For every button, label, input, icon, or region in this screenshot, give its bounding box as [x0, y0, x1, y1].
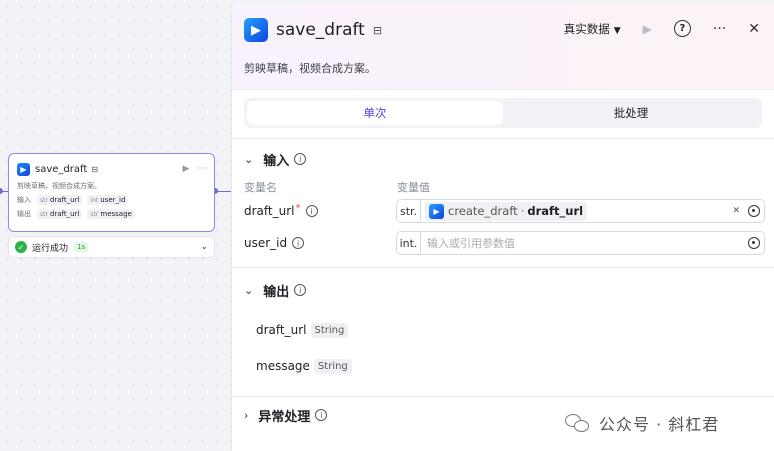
info-icon[interactable]: i: [315, 409, 328, 421]
plugin-icon: ▶: [17, 162, 30, 176]
success-check-icon: ✓: [15, 241, 27, 253]
close-icon[interactable]: ✕: [748, 21, 760, 37]
type-label: int.: [397, 232, 421, 254]
chevron-down-icon: ⌄: [244, 152, 254, 166]
node-output-tag: str draft_url: [37, 209, 83, 219]
node-input-tag: str draft_url: [37, 195, 83, 205]
info-icon[interactable]: i: [294, 153, 307, 165]
output-type-tag: String: [310, 322, 349, 338]
panel-title: save_draft: [276, 20, 365, 40]
watermark: 公众号 · 斜杠君: [565, 411, 719, 435]
user-id-value-field[interactable]: int. 输入或引用参数值: [396, 231, 765, 255]
chevron-down-icon: ⌄: [244, 283, 254, 297]
save-draft-node[interactable]: ▶ save_draft ⊟ ▶ ··· 剪映草稿，视频合成方案。 输入 str…: [8, 153, 215, 232]
mode-tabs: 单次 批处理: [244, 98, 762, 128]
duration-badge: 1s: [74, 242, 89, 252]
run-status-text: 运行成功: [32, 243, 69, 254]
param-row-draft-url: draft_url * i str. ▶ create_draft · draf…: [232, 195, 774, 227]
input-section-header[interactable]: ⌄ 输入 i: [232, 139, 774, 179]
save-icon: ⊟: [91, 164, 98, 174]
node-output-label: 输出: [17, 210, 31, 218]
chevron-down-icon[interactable]: ⌄: [200, 242, 208, 252]
node-output-tag: str message: [87, 209, 135, 219]
output-section-header[interactable]: ⌄ 输出 i: [232, 268, 774, 312]
node-detail-panel: ▶ save_draft ⊟ 真实数据 ▼ ▶ ? ··· ✕ 剪映草稿，视频合成…: [231, 4, 774, 451]
node-title: save_draft: [35, 163, 88, 175]
more-icon[interactable]: ···: [713, 21, 726, 37]
type-label: str.: [397, 200, 421, 222]
output-type-tag: String: [313, 358, 352, 374]
param-name: user_id: [244, 236, 288, 250]
output-name: message: [256, 359, 310, 373]
output-item: draft_url String: [232, 312, 774, 348]
tab-single[interactable]: 单次: [247, 101, 503, 125]
col-var-name: 变量名: [244, 181, 277, 194]
node-input-tag: int user_id: [87, 195, 129, 205]
param-name: draft_url: [244, 204, 295, 218]
value-input-placeholder[interactable]: 输入或引用参数值: [427, 235, 515, 251]
data-mode-select[interactable]: 真实数据 ▼: [564, 21, 621, 37]
output-name: draft_url: [256, 323, 307, 337]
node-more-icon[interactable]: ···: [197, 164, 206, 174]
output-item: message String: [232, 348, 774, 384]
reference-target-icon[interactable]: [748, 237, 760, 249]
node-description: 剪映草稿，视频合成方案。: [17, 182, 101, 190]
param-row-user-id: user_id i int. 输入或引用参数值: [232, 227, 774, 259]
tab-batch[interactable]: 批处理: [503, 101, 759, 125]
info-icon[interactable]: i: [305, 205, 318, 217]
clear-icon[interactable]: ✕: [732, 206, 740, 216]
col-var-value: 变量值: [397, 181, 430, 194]
panel-description: 剪映草稿，视频合成方案。: [244, 62, 376, 75]
plugin-icon: ▶: [244, 18, 268, 42]
info-icon[interactable]: i: [292, 237, 305, 249]
run-icon[interactable]: ▶: [643, 22, 652, 36]
variable-reference[interactable]: ▶ create_draft · draft_url: [425, 201, 588, 221]
node-input-label: 输入: [17, 196, 31, 204]
draft-url-value-field[interactable]: str. ▶ create_draft · draft_url ✕: [396, 199, 765, 223]
help-icon[interactable]: ?: [673, 20, 691, 37]
info-icon[interactable]: i: [294, 284, 307, 296]
reference-target-icon[interactable]: [748, 205, 760, 217]
chevron-right-icon: ›: [244, 408, 249, 422]
save-icon[interactable]: ⊟: [373, 24, 382, 37]
node-run-icon[interactable]: ▶: [182, 164, 189, 174]
required-mark: *: [295, 202, 301, 214]
wechat-icon: [565, 412, 591, 434]
plugin-icon: ▶: [429, 203, 444, 219]
run-status-bar[interactable]: ✓ 运行成功 1s ⌄: [8, 236, 215, 258]
